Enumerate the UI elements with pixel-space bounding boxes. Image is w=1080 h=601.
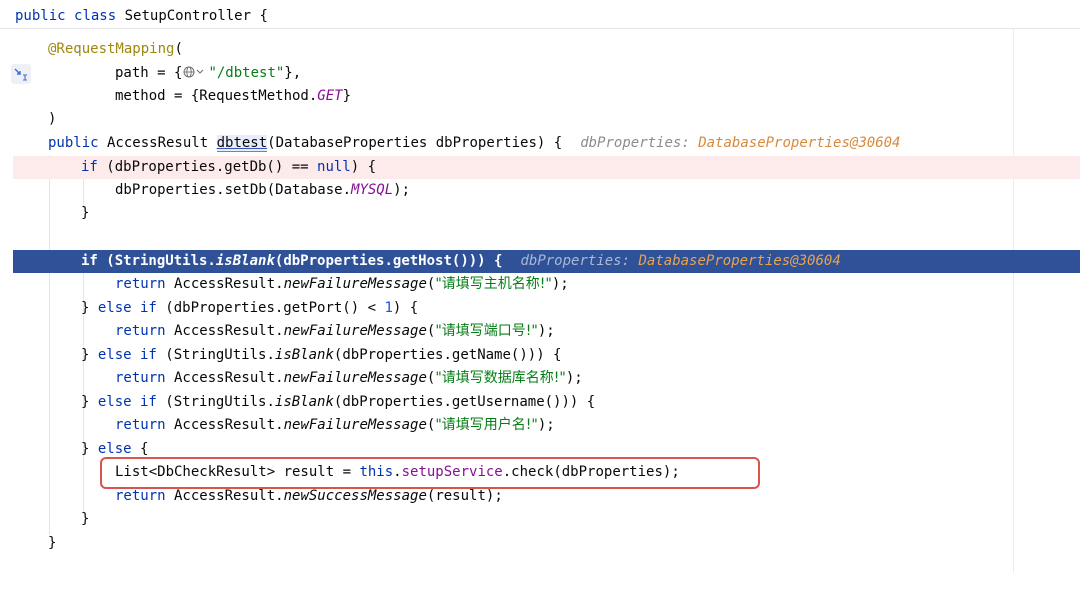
code-line[interactable]: } else if (dbProperties.getPort() < 1) { <box>0 297 1080 320</box>
method-name[interactable]: dbtest <box>216 135 268 152</box>
code-line[interactable]: return AccessResult.newFailureMessage("请… <box>0 414 1080 437</box>
method-signature-line[interactable]: public AccessResult dbtest(DatabasePrope… <box>0 132 1080 155</box>
code-line[interactable]: } <box>0 202 1080 225</box>
code-line[interactable]: path = {"/dbtest"}, <box>0 62 1080 85</box>
keyword: class <box>74 8 117 24</box>
code-line[interactable]: dbProperties.setDb(Database.MYSQL); <box>0 179 1080 202</box>
highlight-box <box>100 457 760 489</box>
code-line-highlighted[interactable]: if (dbProperties.getDb() == null) { <box>13 156 1080 179</box>
code-line[interactable]: return AccessResult.newFailureMessage("请… <box>0 367 1080 390</box>
debug-inline-hint: dbProperties: <box>580 135 690 151</box>
code-line[interactable]: return AccessResult.newFailureMessage("请… <box>0 273 1080 296</box>
code-line[interactable]: method = {RequestMethod.GET} <box>0 85 1080 108</box>
debug-inline-value[interactable]: DatabaseProperties@30604 <box>690 135 900 151</box>
code-line[interactable]: } else if (StringUtils.isBlank(dbPropert… <box>0 344 1080 367</box>
annotation: @RequestMapping <box>48 41 175 57</box>
code-line[interactable]: return AccessResult.newFailureMessage("请… <box>0 320 1080 343</box>
code-line[interactable]: } <box>0 532 1080 555</box>
debug-inline-value[interactable]: DatabaseProperties@30604 <box>630 253 840 269</box>
code-line[interactable]: @RequestMapping( <box>0 38 1080 61</box>
globe-icon[interactable] <box>182 65 208 79</box>
keyword: public <box>15 8 66 24</box>
code-line[interactable]: } <box>0 508 1080 531</box>
execution-point-line[interactable]: if (StringUtils.isBlank(dbProperties.get… <box>13 250 1080 273</box>
class-name: SetupController <box>124 8 252 24</box>
code-line[interactable]: } else if (StringUtils.isBlank(dbPropert… <box>0 391 1080 414</box>
class-declaration-line[interactable]: public class SetupController { <box>0 4 1080 28</box>
debug-inline-hint: dbProperties: <box>520 253 631 269</box>
path-string: "/dbtest" <box>208 65 285 81</box>
brace: { <box>259 8 268 24</box>
code-line[interactable]: ) <box>0 108 1080 131</box>
